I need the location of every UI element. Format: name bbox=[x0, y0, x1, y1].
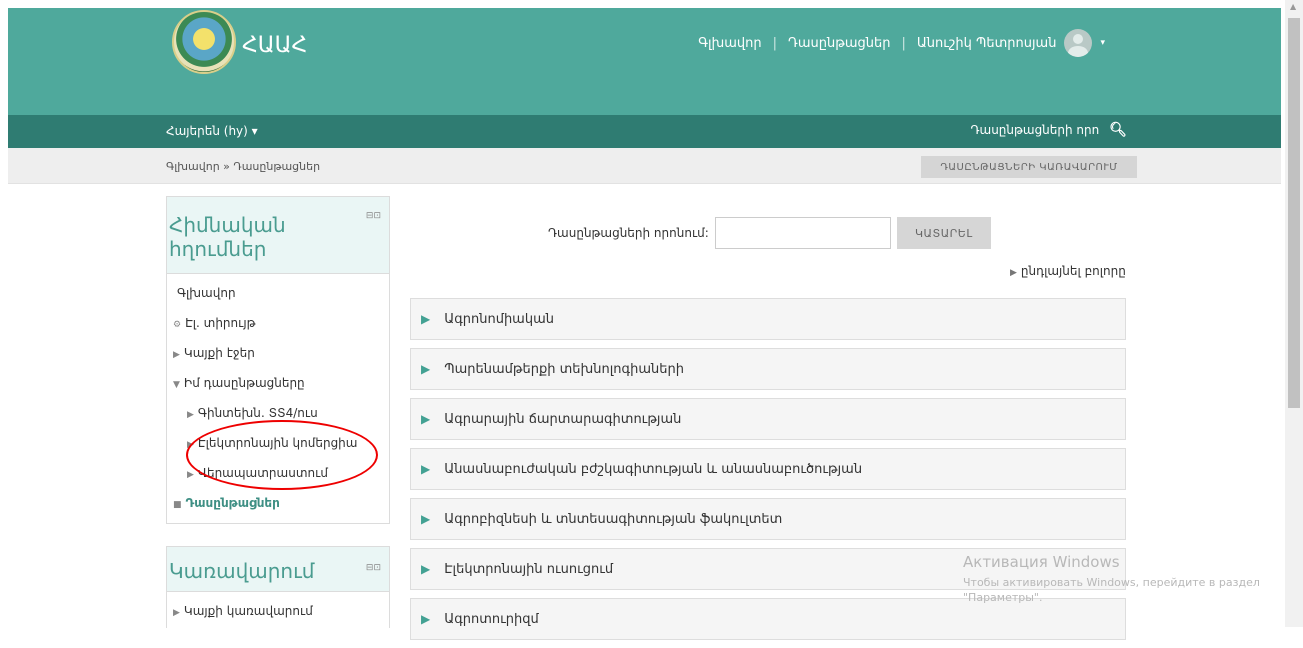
nav-item-site-admin[interactable]: ▶ Կայքի կառավարում bbox=[173, 602, 389, 632]
category-item[interactable]: ▶ Պարենամթերքի տեխնոլոգիաների bbox=[410, 348, 1126, 390]
category-item[interactable]: ▶ Ագրարային ճարտարագիտության bbox=[410, 398, 1126, 440]
site-logo-link[interactable]: ՀԱԱՀ bbox=[172, 10, 307, 74]
category-item[interactable]: ▶ Ագրոբիզնեսի և տնտեսագիտության ֆակուլտետ bbox=[410, 498, 1126, 540]
manage-courses-button[interactable]: ԴԱՍԸՆԹԱՑՆԵՐԻ ԿԱՌԱՎԱՐՈՒՄ bbox=[921, 156, 1137, 178]
expand-arrow-icon: ▶ bbox=[187, 410, 194, 420]
nav-separator: | bbox=[772, 35, 778, 51]
expand-all-link[interactable]: ▶ ընդլայնել բոլորը bbox=[1010, 264, 1126, 278]
navigation-block-header: Հիմնական հղումներ ⊟⊡ bbox=[167, 197, 389, 274]
expand-arrow-icon: ▶ bbox=[187, 440, 194, 450]
category-label[interactable]: Անասնաբուժական բժշկագիտության և անասնաբո… bbox=[444, 462, 862, 477]
nav-item-label: Դասընթացներ bbox=[185, 496, 280, 510]
expand-triangle-icon[interactable]: ▶ bbox=[421, 412, 430, 426]
expand-arrow-icon: ▶ bbox=[187, 470, 194, 480]
nav-item-my-courses[interactable]: ▼ Իմ դասընթացները bbox=[173, 374, 389, 404]
top-navigation: Գլխավոր | Դասընթացներ | Անուշիկ Պետրոսյա… bbox=[698, 29, 1105, 57]
nav-item-label: Էլ. տիրույթ bbox=[185, 316, 256, 330]
nav-item-label: Վերապատրաստում bbox=[197, 466, 328, 480]
collapse-arrow-icon: ▼ bbox=[173, 380, 180, 390]
language-bar: Հայերեն (hy) ▾ Դասընթացների որո 🔍︎ bbox=[8, 115, 1281, 148]
site-header: ՀԱԱՀ Գլխավոր | Դասընթացներ | Անուշիկ Պետ… bbox=[8, 8, 1281, 115]
category-item[interactable]: ▶ Ագրոնոմիական bbox=[410, 298, 1126, 340]
administration-block: Կառավարում ⊟⊡ ▶ Կայքի կառավարում bbox=[166, 546, 390, 628]
nav-item-label: Էլեկտրոնային կոմերցիա bbox=[197, 436, 358, 450]
nav-item-home[interactable]: Գլխավոր bbox=[173, 284, 389, 314]
nav-separator: | bbox=[901, 35, 906, 51]
category-item[interactable]: ▶ Անասնաբուժական բժշկագիտության և անասնաբ… bbox=[410, 448, 1126, 490]
category-label[interactable]: Ագրոբիզնեսի և տնտեսագիտության ֆակուլտետ bbox=[444, 512, 782, 527]
block-dock-icon[interactable]: ⊟⊡ bbox=[366, 563, 381, 573]
expand-triangle-icon[interactable]: ▶ bbox=[421, 362, 430, 376]
breadcrumb[interactable]: Գլխավոր » Դասընթացներ bbox=[166, 160, 320, 173]
nav-home-link[interactable]: Գլխավոր bbox=[698, 36, 761, 51]
category-label[interactable]: Ագրոտուրիզմ bbox=[444, 612, 539, 627]
search-icon[interactable]: 🔍︎ bbox=[1109, 122, 1127, 138]
navigation-block-title: Հիմնական հղումներ bbox=[169, 213, 286, 261]
header-search[interactable]: Դասընթացների որո 🔍︎ bbox=[970, 122, 1127, 138]
user-avatar-icon[interactable] bbox=[1064, 29, 1093, 57]
administration-list: ▶ Կայքի կառավարում bbox=[167, 592, 389, 632]
user-name-link[interactable]: Անուշիկ Պետրոսյան bbox=[917, 36, 1057, 51]
language-selector[interactable]: Հայերեն (hy) ▾ bbox=[166, 124, 258, 138]
nav-item-label: Իմ դասընթացները bbox=[183, 376, 305, 390]
course-search-button[interactable]: ԿԱՏԱՐԵԼ bbox=[896, 217, 991, 249]
user-menu-caret-icon[interactable]: ▾ bbox=[1100, 38, 1105, 48]
watermark-text: Чтобы активировать Windows, перейдите в … bbox=[963, 576, 1260, 604]
expand-triangle-icon[interactable]: ▶ bbox=[421, 562, 430, 576]
category-label[interactable]: Պարենամթերքի տեխնոլոգիաների bbox=[444, 362, 684, 377]
nav-item-label: Կայքի կառավարում bbox=[183, 604, 313, 618]
nav-item-mail[interactable]: ⚙ Էլ. տիրույթ bbox=[173, 314, 389, 344]
nav-item-courses[interactable]: ■ Դասընթացներ bbox=[173, 494, 389, 524]
university-emblem-icon bbox=[172, 10, 236, 74]
site-brand: ՀԱԱՀ bbox=[242, 32, 308, 58]
administration-block-title: Կառավարում bbox=[169, 559, 315, 583]
gear-icon: ⚙ bbox=[173, 320, 182, 330]
expand-arrow-icon: ▶ bbox=[173, 350, 180, 360]
nav-item-label: Գլխավոր bbox=[177, 286, 236, 300]
course-search-label: Դասընթացների որոնում: bbox=[548, 226, 709, 240]
nav-item-course[interactable]: ▶ Գինտեխն․ ՏՏ4/ուս bbox=[173, 404, 389, 434]
scrollbar-thumb[interactable] bbox=[1288, 18, 1300, 408]
bullet-icon: ■ bbox=[173, 500, 182, 510]
expand-triangle-icon[interactable]: ▶ bbox=[421, 512, 430, 526]
scroll-up-icon[interactable]: ▲ bbox=[1290, 2, 1296, 11]
expand-arrow-icon: ▶ bbox=[173, 608, 180, 618]
nav-item-site-pages[interactable]: ▶ Կայքի էջեր bbox=[173, 344, 389, 374]
nav-item-course[interactable]: ▶ Էլեկտրոնային կոմերցիա bbox=[173, 434, 389, 464]
watermark-title: Активация Windows bbox=[963, 553, 1120, 571]
nav-courses-link[interactable]: Դասընթացներ bbox=[788, 36, 890, 51]
course-search-input[interactable] bbox=[714, 217, 891, 249]
block-dock-icon[interactable]: ⊟⊡ bbox=[366, 211, 381, 221]
nav-item-label: Գինտեխն․ ՏՏ4/ուս bbox=[197, 406, 318, 420]
expand-all-label: ընդլայնել բոլորը bbox=[1020, 264, 1126, 278]
category-label[interactable]: Ագրարային ճարտարագիտության bbox=[444, 412, 681, 427]
navigation-block: Հիմնական հղումներ ⊟⊡ Գլխավոր ⚙ Էլ. տիրույ… bbox=[166, 196, 390, 524]
course-search-form: Դասընթացների որոնում: ԿԱՏԱՐԵԼ bbox=[548, 217, 991, 249]
nav-item-label: Կայքի էջեր bbox=[183, 346, 255, 360]
navigation-list: Գլխավոր ⚙ Էլ. տիրույթ ▶ Կայքի էջեր ▼ Իմ դաս… bbox=[167, 274, 389, 524]
expand-triangle-icon[interactable]: ▶ bbox=[421, 612, 430, 626]
administration-block-header: Կառավարում ⊟⊡ bbox=[167, 547, 389, 592]
nav-item-course[interactable]: ▶ Վերապատրաստում bbox=[173, 464, 389, 494]
category-label[interactable]: Ագրոնոմիական bbox=[444, 312, 554, 327]
page-scrollbar[interactable]: ▲ bbox=[1285, 0, 1303, 627]
category-label[interactable]: Էլեկտրոնային ուսուցում bbox=[444, 562, 613, 577]
expand-arrow-icon: ▶ bbox=[1010, 268, 1017, 278]
header-search-label[interactable]: Դասընթացների որո bbox=[970, 123, 1099, 137]
expand-triangle-icon[interactable]: ▶ bbox=[421, 462, 430, 476]
windows-activation-watermark: Активация Windows Чтобы активировать Win… bbox=[963, 553, 1263, 605]
breadcrumb-bar: Գլխավոր » Դասընթացներ ԴԱՍԸՆԹԱՑՆԵՐԻ ԿԱՌԱՎ… bbox=[8, 148, 1281, 184]
expand-triangle-icon[interactable]: ▶ bbox=[421, 312, 430, 326]
